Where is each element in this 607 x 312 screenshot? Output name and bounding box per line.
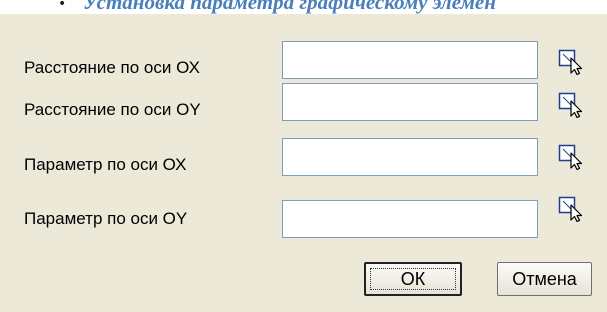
focus-rectangle bbox=[370, 268, 456, 290]
document-header-fragment: • Установка параметра графическому элеме… bbox=[0, 0, 607, 14]
distance-oy-input[interactable] bbox=[282, 83, 538, 121]
cancel-button[interactable]: Отмена bbox=[497, 262, 592, 296]
parameter-ox-input[interactable] bbox=[282, 138, 538, 176]
ok-button[interactable]: ОК bbox=[364, 262, 462, 296]
pick-cursor-icon[interactable] bbox=[558, 144, 584, 170]
pick-cursor-icon[interactable] bbox=[558, 196, 584, 222]
bullet-glyph: • bbox=[58, 0, 67, 12]
row-label-distance-oy: Расстояние по оси ОY bbox=[24, 100, 201, 119]
document-heading-text: Установка параметра графическому элемен bbox=[83, 0, 496, 14]
pick-cursor-icon[interactable] bbox=[558, 49, 584, 75]
row-label-parameter-ox: Параметр по оси ОХ bbox=[24, 155, 187, 174]
parameter-oy-input[interactable] bbox=[282, 200, 538, 238]
distance-ox-input[interactable] bbox=[282, 41, 538, 79]
pick-cursor-icon[interactable] bbox=[558, 92, 584, 118]
parameter-dialog: Расстояние по оси ОХ Расстояние по оси О… bbox=[0, 14, 607, 312]
row-label-parameter-oy: Параметр по оси ОY bbox=[24, 209, 188, 228]
row-label-distance-ox: Расстояние по оси ОХ bbox=[24, 58, 200, 77]
